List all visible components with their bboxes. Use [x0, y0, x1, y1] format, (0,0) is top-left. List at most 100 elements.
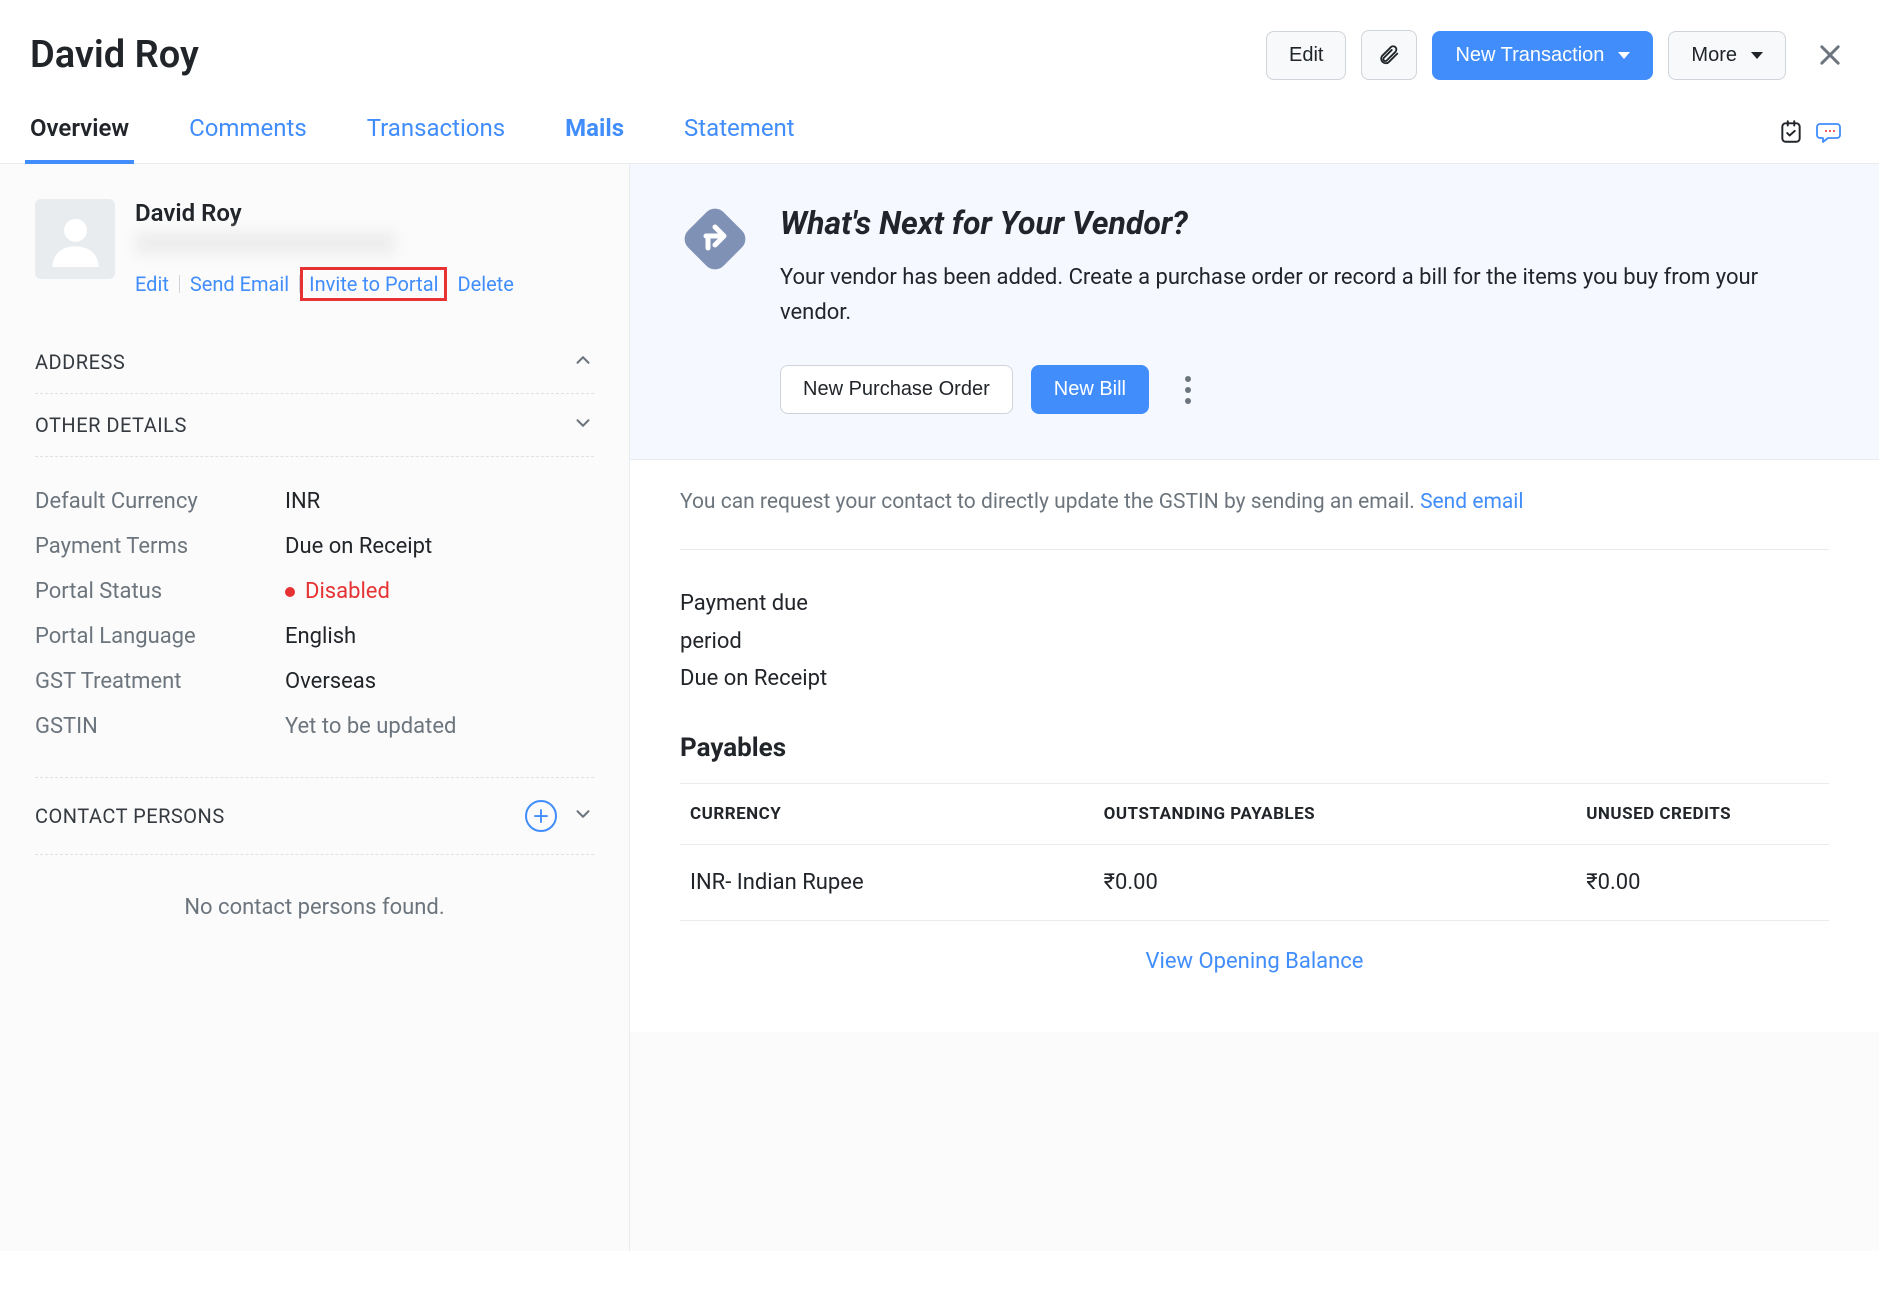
detail-label: Default Currency [35, 489, 285, 514]
tab-transactions[interactable]: Transactions [362, 100, 510, 164]
contact-edit-link[interactable]: Edit [135, 272, 179, 296]
new-bill-button[interactable]: New Bill [1031, 365, 1149, 414]
edit-button-label: Edit [1289, 44, 1323, 67]
chevron-down-icon [1618, 52, 1630, 59]
contact-persons-title: CONTACT PERSONS [35, 804, 525, 828]
contact-delete-link[interactable]: Delete [447, 272, 523, 296]
gst-notice: You can request your contact to directly… [680, 490, 1829, 550]
no-contact-persons-text: No contact persons found. [35, 855, 594, 960]
detail-label: GSTIN [35, 714, 285, 739]
payment-due-line2: period [680, 623, 1829, 660]
new-purchase-order-button[interactable]: New Purchase Order [780, 365, 1013, 414]
plus-icon [532, 807, 550, 825]
banner-text: Your vendor has been added. Create a pur… [780, 260, 1780, 330]
new-transaction-button[interactable]: New Transaction [1432, 31, 1653, 80]
chevron-up-icon [572, 349, 594, 375]
more-button[interactable]: More [1668, 31, 1786, 80]
direction-sign-icon [680, 204, 750, 274]
dot-icon [1185, 376, 1191, 382]
contact-info: David Roy Edit Send Email Invite to Port… [135, 199, 524, 301]
task-icon[interactable] [1778, 119, 1804, 145]
banner-icon-wrap [680, 204, 750, 414]
table-row: INR- Indian Rupee ₹0.00 ₹0.00 [680, 844, 1829, 920]
gst-send-email-link[interactable]: Send email [1420, 490, 1523, 514]
main-content: What's Next for Your Vendor? Your vendor… [630, 164, 1879, 1251]
new-po-label: New Purchase Order [803, 378, 990, 401]
cell-outstanding: ₹0.00 [1094, 844, 1577, 920]
dot-icon [1185, 398, 1191, 404]
header-actions: Edit New Transaction More [1266, 30, 1849, 80]
detail-label: Payment Terms [35, 534, 285, 559]
dot-icon [1185, 387, 1191, 393]
edit-button[interactable]: Edit [1266, 31, 1346, 80]
other-details-title: OTHER DETAILS [35, 413, 187, 437]
detail-label: Portal Language [35, 624, 285, 649]
invite-portal-highlight: Invite to Portal [300, 267, 447, 301]
contact-card: David Roy Edit Send Email Invite to Port… [35, 199, 594, 301]
more-button-label: More [1691, 44, 1737, 67]
page-body: David Roy Edit Send Email Invite to Port… [0, 164, 1879, 1251]
tab-bar-right [1778, 119, 1854, 145]
banner-more-menu[interactable] [1177, 368, 1199, 412]
close-icon [1816, 41, 1844, 69]
contact-action-links: Edit Send Email Invite to Portal Delete [135, 267, 524, 301]
new-transaction-label: New Transaction [1455, 44, 1604, 67]
contact-email-redacted [135, 231, 395, 255]
detail-gst-treatment: GST Treatment Overseas [35, 659, 594, 704]
tab-mails[interactable]: Mails [560, 100, 629, 164]
avatar [35, 199, 115, 279]
sidebar: David Roy Edit Send Email Invite to Port… [0, 164, 630, 1251]
detail-label: GST Treatment [35, 669, 285, 694]
payables-heading: Payables [680, 733, 1829, 763]
col-unused: UNUSED CREDITS [1576, 783, 1829, 844]
cell-unused: ₹0.00 [1576, 844, 1829, 920]
detail-value: Yet to be updated [285, 714, 456, 739]
contact-name: David Roy [135, 199, 524, 227]
contact-invite-portal-link[interactable]: Invite to Portal [309, 272, 438, 296]
chevron-down-icon [572, 412, 594, 438]
paperclip-icon [1378, 43, 1400, 67]
col-outstanding: OUTSTANDING PAYABLES [1094, 783, 1577, 844]
cell-currency: INR- Indian Rupee [680, 844, 1094, 920]
chevron-down-icon[interactable] [572, 803, 594, 829]
payment-due-line1: Payment due [680, 585, 1829, 622]
detail-portal-language: Portal Language English [35, 614, 594, 659]
table-header-row: CURRENCY OUTSTANDING PAYABLES UNUSED CRE… [680, 783, 1829, 844]
banner-title: What's Next for Your Vendor? [780, 204, 1829, 242]
tab-overview[interactable]: Overview [25, 100, 134, 164]
banner-content: What's Next for Your Vendor? Your vendor… [780, 204, 1829, 414]
view-opening-balance-row: View Opening Balance [680, 921, 1829, 1002]
status-dot-icon [285, 587, 295, 597]
tab-bar: Overview Comments Transactions Mails Sta… [0, 100, 1879, 164]
detail-label: Portal Status [35, 579, 285, 604]
detail-portal-status: Portal Status Disabled [35, 569, 594, 614]
gst-notice-text: You can request your contact to directly… [680, 490, 1420, 514]
address-accordion[interactable]: ADDRESS [35, 331, 594, 394]
whats-next-banner: What's Next for Your Vendor? Your vendor… [630, 164, 1879, 460]
detail-value: Overseas [285, 669, 376, 694]
add-contact-person-button[interactable] [525, 800, 557, 832]
payables-table: CURRENCY OUTSTANDING PAYABLES UNUSED CRE… [680, 783, 1829, 921]
chevron-down-icon [1751, 52, 1763, 59]
col-currency: CURRENCY [680, 783, 1094, 844]
view-opening-balance-link[interactable]: View Opening Balance [1146, 949, 1364, 974]
close-button[interactable] [1811, 36, 1849, 74]
chat-icon[interactable] [1816, 119, 1844, 145]
main-inner: You can request your contact to directly… [630, 460, 1879, 1031]
address-title: ADDRESS [35, 350, 125, 374]
details-list: Default Currency INR Payment Terms Due o… [35, 457, 594, 778]
attachment-button[interactable] [1361, 30, 1417, 80]
other-details-accordion[interactable]: OTHER DETAILS [35, 394, 594, 457]
detail-value: INR [285, 489, 320, 514]
contact-persons-accordion: CONTACT PERSONS [35, 778, 594, 855]
detail-value: Due on Receipt [285, 534, 432, 559]
detail-payment-terms: Payment Terms Due on Receipt [35, 524, 594, 569]
tab-comments[interactable]: Comments [184, 100, 312, 164]
detail-default-currency: Default Currency INR [35, 479, 594, 524]
contact-send-email-link[interactable]: Send Email [180, 272, 299, 296]
page-title: David Roy [30, 33, 1266, 77]
detail-gstin: GSTIN Yet to be updated [35, 704, 594, 749]
tab-statement[interactable]: Statement [679, 100, 800, 164]
banner-actions: New Purchase Order New Bill [780, 365, 1829, 414]
page-header: David Roy Edit New Transaction More [0, 0, 1879, 100]
